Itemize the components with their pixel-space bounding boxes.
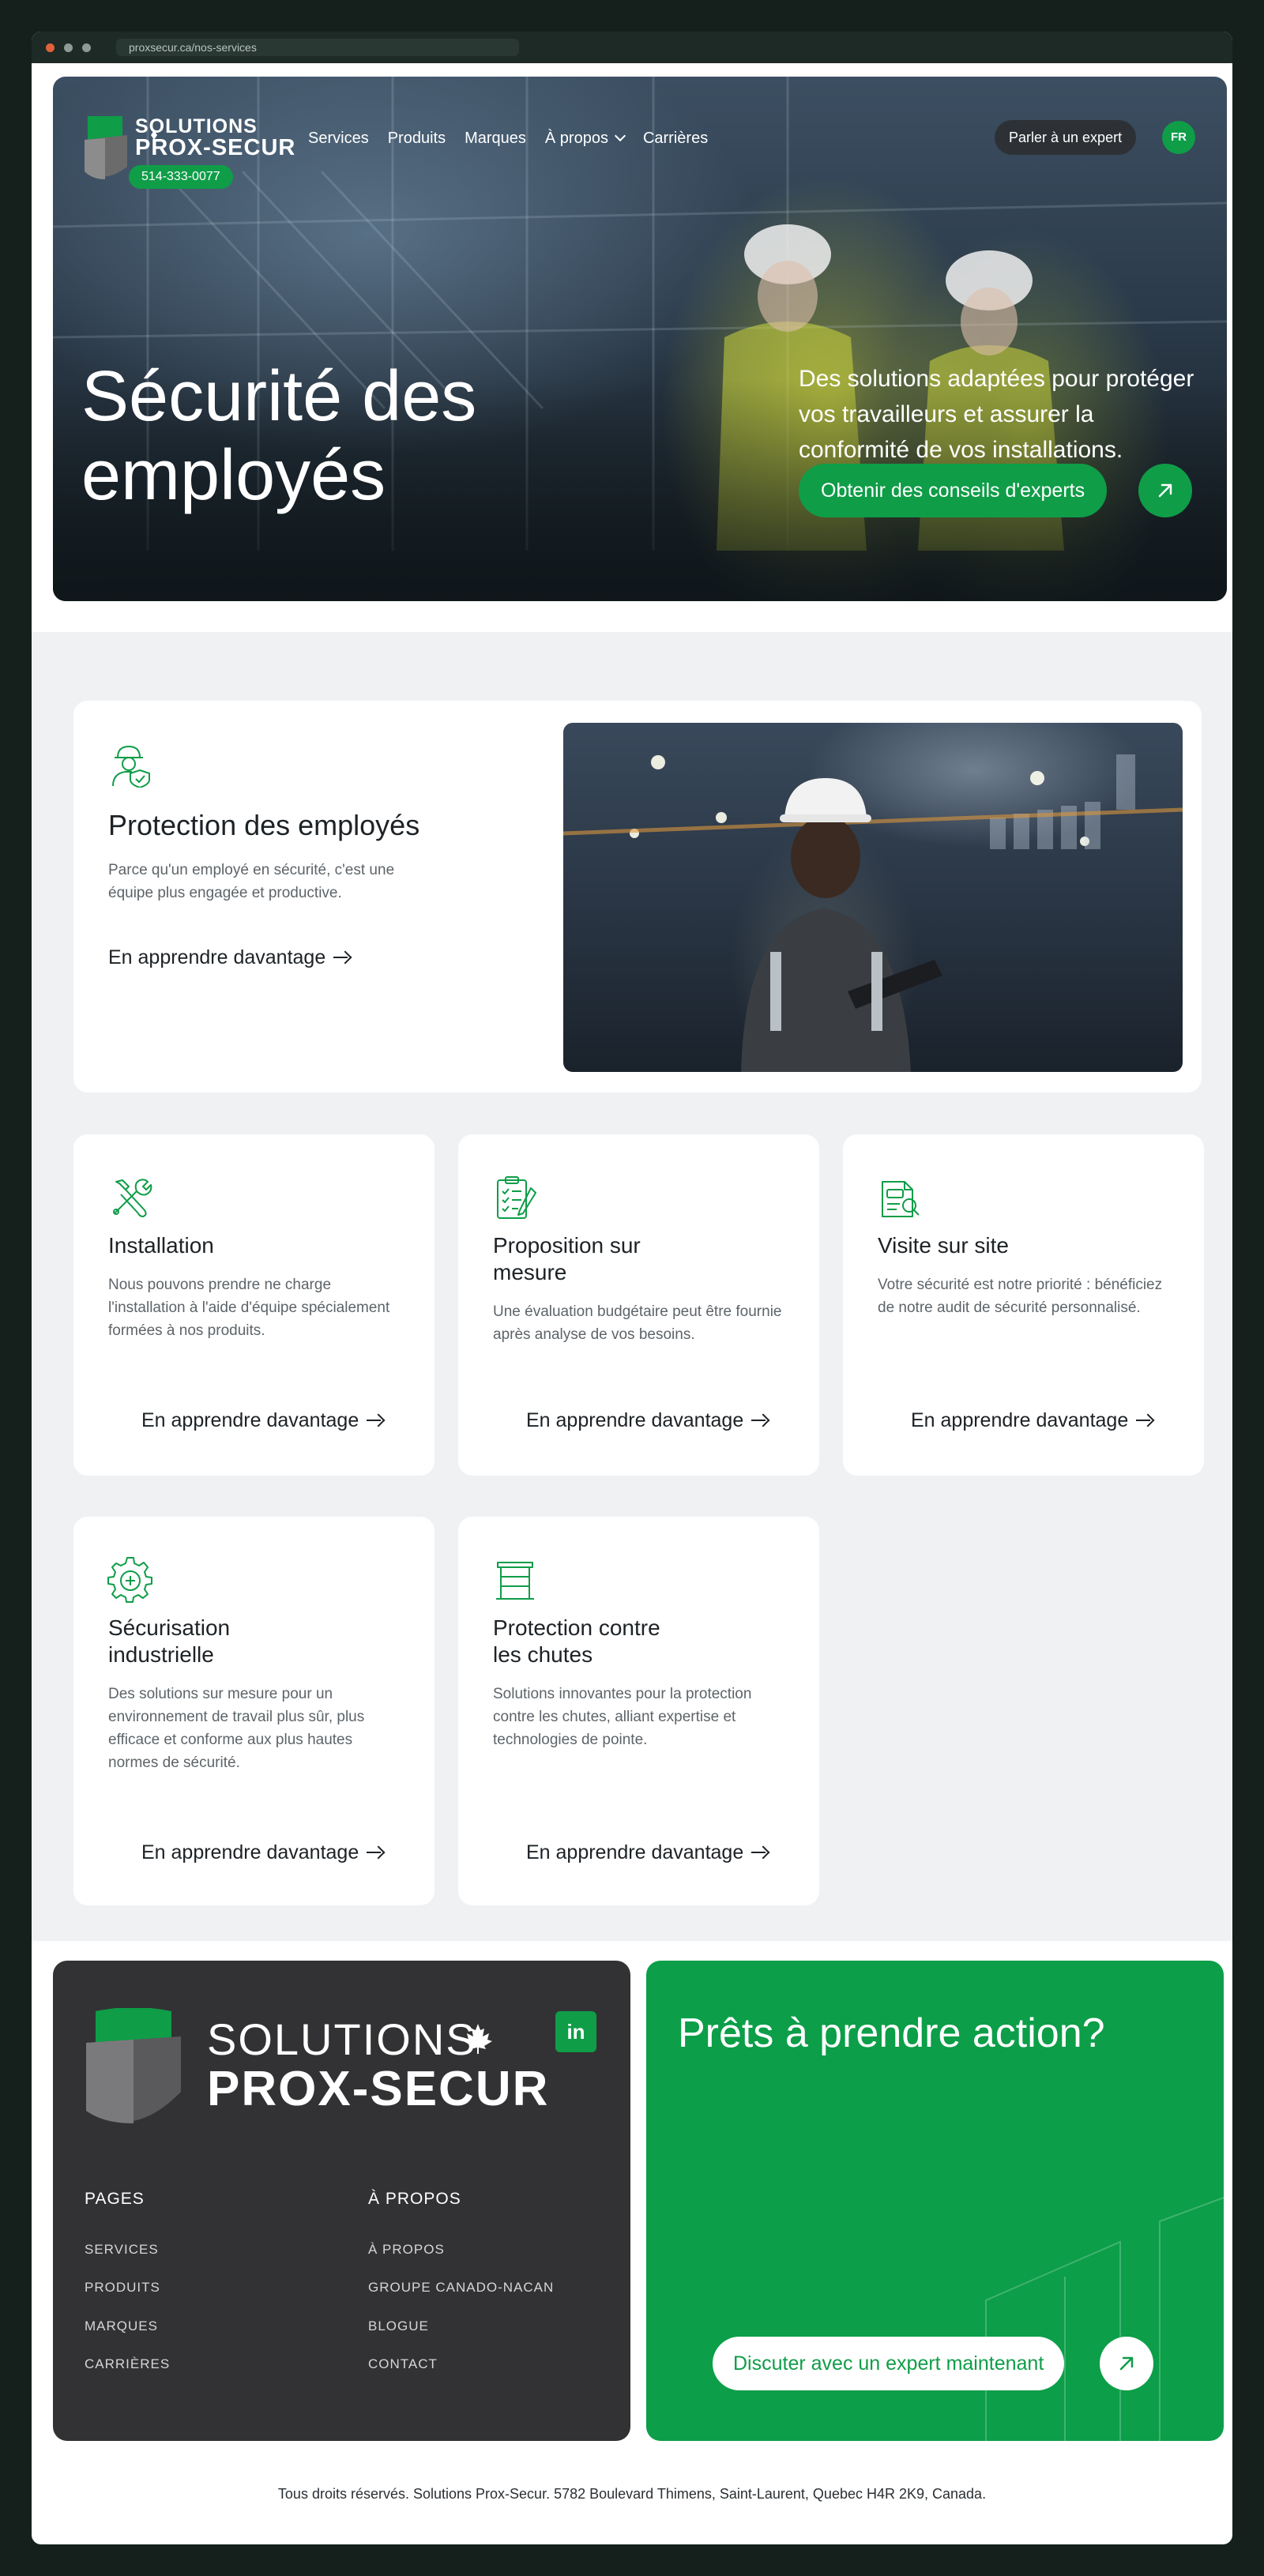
nav-item-a-propos-label: À propos <box>544 130 608 147</box>
featured-learn-more-label: En apprendre davantage <box>108 946 326 968</box>
browser-toolbar: proxsecur.ca/nos-services <box>32 32 1232 63</box>
arrow-right-icon <box>367 1414 384 1427</box>
footer-nav-panel: SOLUTIONS PROX-SECUR in PAGES SERVICES P… <box>53 1961 630 2441</box>
minimize-window-icon[interactable] <box>64 43 73 52</box>
phone-number-link[interactable]: 514-333-0077 <box>129 165 233 189</box>
learn-more-label: En apprendre davantage <box>141 1409 359 1431</box>
guardrail-icon <box>496 1562 534 1600</box>
gear-plus-icon <box>107 1557 152 1603</box>
footer-about-heading: À PROPOS <box>368 2190 461 2208</box>
copyright-text: Tous droits réservés. Solutions Prox-Sec… <box>277 2486 987 2502</box>
footer-logo-line-2: PROX-SECUR <box>207 2062 550 2116</box>
worker-shield-icon <box>112 745 150 788</box>
arrow-up-right-icon[interactable] <box>1138 464 1192 517</box>
featured-service-title: Protection des employés <box>108 809 420 841</box>
footer-link-a-propos[interactable]: À PROPOS <box>368 2242 445 2258</box>
cta-title: Prêts à prendre action? <box>678 2010 1105 2056</box>
footer-link-produits[interactable]: PRODUITS <box>85 2280 160 2296</box>
footer-logo-line-1: SOLUTIONS <box>207 2014 477 2064</box>
audit-document-icon <box>882 1181 920 1217</box>
logo-line-1: SOLUTIONS <box>135 115 258 137</box>
expert-advice-button[interactable]: Obtenir des conseils d'experts <box>799 464 1108 517</box>
arrow-right-icon <box>333 951 351 964</box>
service-description-chutes: Solutions innovantes pour la protection … <box>493 1686 752 1748</box>
header-logo-text[interactable]: SOLUTIONS PROX-SECUR <box>135 115 296 160</box>
service-title-securisation: Sécurisation industrielle <box>108 1615 231 1667</box>
footer-link-services[interactable]: SERVICES <box>85 2242 159 2258</box>
footer-pages-heading: PAGES <box>85 2190 145 2208</box>
linkedin-icon[interactable]: in <box>555 2011 596 2052</box>
maple-leaf-icon <box>464 2024 492 2054</box>
services-section: Protection des employés Parce qu'un empl… <box>32 632 1232 1941</box>
arrow-right-icon <box>751 1414 769 1427</box>
footer-link-contact[interactable]: CONTACT <box>368 2356 438 2372</box>
footer-link-carrieres[interactable]: CARRIÈRES <box>85 2356 170 2372</box>
service-card-installation: Installation Nous pouvons prendre ne cha… <box>73 1134 434 1476</box>
learn-more-label: En apprendre davantage <box>526 1841 744 1863</box>
footer-logo-text[interactable]: SOLUTIONS PROX-SECUR <box>207 2016 549 2115</box>
arrow-right-icon <box>1136 1414 1153 1427</box>
arrow-right-icon <box>367 1846 384 1859</box>
factory-scene-illustration <box>563 754 1183 1072</box>
main-nav: Services Produits Marques À propos Carri… <box>308 129 727 148</box>
footer-logo-shield-icon[interactable] <box>85 2008 182 2123</box>
learn-more-label: En apprendre davantage <box>141 1841 359 1863</box>
service-description-securisation: Des solutions sur mesure pour un environ… <box>108 1686 365 1771</box>
service-description-proposition: Une évaluation budgétaire peut être four… <box>493 1303 782 1343</box>
address-bar[interactable]: proxsecur.ca/nos-services <box>116 39 519 56</box>
nav-item-services[interactable]: Services <box>308 129 369 148</box>
nav-item-carrieres[interactable]: Carrières <box>643 129 708 148</box>
language-toggle[interactable]: FR <box>1162 121 1195 154</box>
chevron-down-icon <box>614 130 626 142</box>
hero-description: Des solutions adaptées pour protéger vos… <box>799 366 1194 463</box>
maximize-window-icon[interactable] <box>82 43 91 52</box>
clipboard-checklist-icon <box>497 1176 536 1219</box>
footer-link-blogue[interactable]: BLOGUE <box>368 2318 429 2334</box>
nav-item-a-propos[interactable]: À propos <box>544 129 626 148</box>
service-title-chutes: Protection contre les chutes <box>493 1615 660 1667</box>
learn-more-link-visite[interactable]: En apprendre davantage <box>911 1408 1153 1432</box>
learn-more-label: En apprendre davantage <box>526 1409 744 1431</box>
talk-to-expert-button[interactable]: Parler à un expert <box>995 120 1137 155</box>
arrow-right-icon <box>751 1846 769 1859</box>
logo-line-2: PROX-SECUR <box>135 135 296 160</box>
service-card-proposition: Proposition sur mesure Une évaluation bu… <box>458 1134 819 1476</box>
featured-learn-more-link[interactable]: En apprendre davantage <box>108 946 351 969</box>
featured-service-card: Protection des employés Parce qu'un empl… <box>73 701 1202 1092</box>
learn-more-link-proposition[interactable]: En apprendre davantage <box>526 1408 769 1432</box>
service-title-installation: Installation <box>108 1233 214 1258</box>
arrow-up-right-icon[interactable] <box>1100 2337 1153 2390</box>
service-description-visite: Votre sécurité est notre priorité : béné… <box>878 1277 1163 1316</box>
browser-window: proxsecur.ca/nos-services SOLUTIONS PROX… <box>32 32 1232 2544</box>
worker-with-tablet-photo <box>563 723 1183 1072</box>
close-window-icon[interactable] <box>46 43 55 52</box>
hero-banner: SOLUTIONS PROX-SECUR 514-333-0077 Servic… <box>53 77 1227 601</box>
nav-item-marques[interactable]: Marques <box>465 129 526 148</box>
service-card-visite: Visite sur site Votre sécurité est notre… <box>843 1134 1204 1476</box>
service-title-visite: Visite sur site <box>878 1233 1009 1258</box>
learn-more-link-securisation[interactable]: En apprendre davantage <box>141 1841 384 1864</box>
service-description-installation: Nous pouvons prendre ne charge l'install… <box>108 1277 390 1339</box>
learn-more-link-chutes[interactable]: En apprendre davantage <box>526 1841 769 1864</box>
footer-link-marques[interactable]: MARQUES <box>85 2318 158 2334</box>
service-card-chutes: Protection contre les chutes Solutions i… <box>458 1517 819 1905</box>
service-card-securisation: Sécurisation industrielle Des solutions … <box>73 1517 434 1905</box>
learn-more-link-installation[interactable]: En apprendre davantage <box>141 1408 384 1432</box>
nav-item-produits[interactable]: Produits <box>388 129 446 148</box>
service-title-proposition: Proposition sur mesure <box>493 1233 641 1284</box>
chat-with-expert-button[interactable]: Discuter avec un expert maintenant <box>713 2337 1065 2390</box>
footer-link-groupe[interactable]: GROUPE CANADO-NACAN <box>368 2280 554 2296</box>
tools-icon <box>113 1179 152 1217</box>
hero-title: Sécurité des employés <box>81 357 477 515</box>
featured-service-description: Parce qu'un employé en sécurité, c'est u… <box>108 862 395 901</box>
footer-cta-panel: Prêts à prendre action? Discuter avec un… <box>646 1961 1224 2441</box>
learn-more-label: En apprendre davantage <box>911 1409 1129 1431</box>
